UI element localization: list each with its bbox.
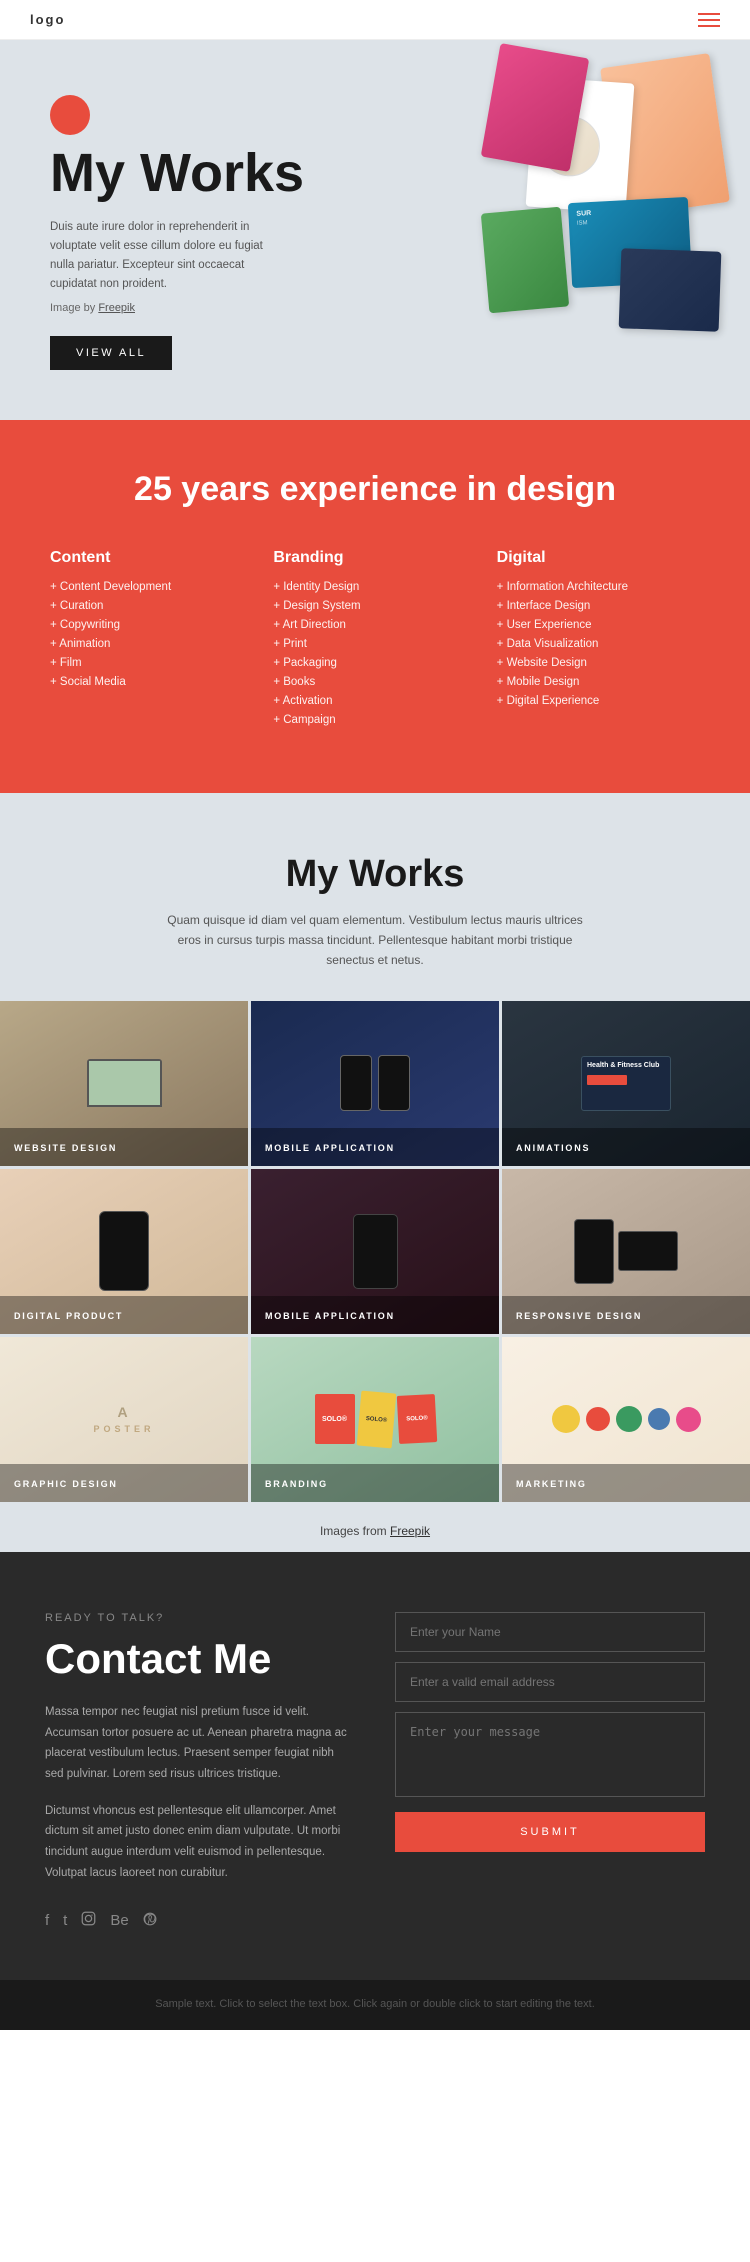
contact-left: READY TO TALK? Contact Me Massa tempor n… (45, 1612, 355, 1931)
contact-email-input[interactable] (395, 1662, 705, 1702)
portfolio-label: MOBILE APPLICATION (265, 1143, 395, 1153)
portfolio-overlay: WEBSITE DESIGN (0, 1128, 248, 1166)
contact-section: READY TO TALK? Contact Me Massa tempor n… (0, 1552, 750, 1981)
view-all-button[interactable]: VIEW ALL (50, 336, 172, 370)
portfolio-item[interactable]: RESPONSIVE DESIGN (502, 1169, 750, 1334)
works-description: Quam quisque id diam vel quam elementum.… (155, 910, 595, 971)
service-item: + Information Architecture (497, 581, 700, 593)
footer-note: Sample text. Click to select the text bo… (155, 1998, 595, 2010)
portfolio-item[interactable]: Health & Fitness Club ANIMATIONS (502, 1001, 750, 1166)
portfolio-item[interactable]: DIGITAL PRODUCT (0, 1169, 248, 1334)
service-item: + Art Direction (273, 619, 476, 631)
contact-ready-label: READY TO TALK? (45, 1612, 355, 1624)
portfolio-item[interactable]: A POSTER GRAPHIC DESIGN (0, 1337, 248, 1502)
service-col-title-1: Branding (273, 549, 476, 567)
portfolio-label: MARKETING (516, 1479, 587, 1489)
service-item: + Packaging (273, 657, 476, 669)
portfolio-label: BRANDING (265, 1479, 328, 1489)
hero-title: My Works (50, 145, 310, 202)
portfolio-grid: WEBSITE DESIGN MOBILE APPLICATION Health… (0, 1001, 750, 1502)
portfolio-overlay: BRANDING (251, 1464, 499, 1502)
service-col-title-2: Digital (497, 549, 700, 567)
service-item: + Animation (50, 638, 253, 650)
footer: Sample text. Click to select the text bo… (0, 1980, 750, 2030)
hamburger-menu[interactable] (698, 13, 720, 27)
experience-section: 25 years experience in design Content + … (0, 420, 750, 793)
freepik-link[interactable]: Freepik (98, 302, 135, 314)
contact-title: Contact Me (45, 1636, 355, 1682)
portfolio-overlay: MOBILE APPLICATION (251, 1128, 499, 1166)
contact-description-1: Massa tempor nec feugiat nisl pretium fu… (45, 1702, 355, 1785)
social-behance[interactable]: Be (110, 1912, 128, 1929)
social-facebook[interactable]: f (45, 1912, 49, 1929)
navbar: logo (0, 0, 750, 40)
hamburger-line-1 (698, 13, 720, 15)
logo: logo (30, 12, 65, 27)
portfolio-item[interactable]: MOBILE APPLICATION (251, 1001, 499, 1166)
portfolio-label: MOBILE APPLICATION (265, 1311, 395, 1321)
social-twitter[interactable]: t (63, 1912, 67, 1929)
service-item: + Mobile Design (497, 676, 700, 688)
service-item: + Design System (273, 600, 476, 612)
hamburger-line-2 (698, 19, 720, 21)
works-section: My Works Quam quisque id diam vel quam e… (0, 793, 750, 1552)
portfolio-overlay: GRAPHIC DESIGN (0, 1464, 248, 1502)
contact-message-input[interactable] (395, 1712, 705, 1797)
hero-image-stack: KARINADRYSON SUR ISM (440, 50, 740, 360)
service-col-title-0: Content (50, 549, 253, 567)
service-item: + Print (273, 638, 476, 650)
portfolio-item[interactable]: MARKETING (502, 1337, 750, 1502)
portfolio-overlay: ANIMATIONS (502, 1128, 750, 1166)
experience-headline: 25 years experience in design (50, 470, 700, 509)
portfolio-item[interactable]: WEBSITE DESIGN (0, 1001, 248, 1166)
service-item: + Data Visualization (497, 638, 700, 650)
service-item: + Interface Design (497, 600, 700, 612)
service-item: + User Experience (497, 619, 700, 631)
service-item: + Activation (273, 695, 476, 707)
images-credit: Images from Freepik (30, 1502, 720, 1552)
service-column-branding: Branding + Identity Design + Design Syst… (273, 549, 476, 733)
portfolio-label: DIGITAL PRODUCT (14, 1311, 123, 1321)
portfolio-label: ANIMATIONS (516, 1143, 590, 1153)
service-item: + Content Development (50, 581, 253, 593)
portfolio-label: RESPONSIVE DESIGN (516, 1311, 642, 1321)
service-item: + Digital Experience (497, 695, 700, 707)
social-row: f t Be (45, 1911, 355, 1930)
submit-button[interactable]: SUBMIT (395, 1812, 705, 1852)
contact-name-input[interactable] (395, 1612, 705, 1652)
service-column-content: Content + Content Development + Curation… (50, 549, 253, 733)
portfolio-overlay: RESPONSIVE DESIGN (502, 1296, 750, 1334)
service-item: + Campaign (273, 714, 476, 726)
hamburger-line-3 (698, 25, 720, 27)
service-item: + Social Media (50, 676, 253, 688)
portfolio-label: WEBSITE DESIGN (14, 1143, 117, 1153)
portfolio-overlay: MOBILE APPLICATION (251, 1296, 499, 1334)
hero-dot (50, 95, 90, 135)
works-title: My Works (30, 853, 720, 896)
service-item: + Identity Design (273, 581, 476, 593)
services-grid: Content + Content Development + Curation… (50, 549, 700, 733)
portfolio-item[interactable]: MOBILE APPLICATION (251, 1169, 499, 1334)
social-pinterest[interactable] (143, 1912, 157, 1930)
hero-description: Duis aute irure dolor in reprehenderit i… (50, 218, 265, 294)
freepik-link-2[interactable]: Freepik (390, 1524, 430, 1538)
portfolio-item[interactable]: SOLO® SOLO® SOLO® BRANDING (251, 1337, 499, 1502)
service-item: + Copywriting (50, 619, 253, 631)
service-item: + Film (50, 657, 253, 669)
portfolio-label: GRAPHIC DESIGN (14, 1479, 118, 1489)
social-instagram[interactable] (81, 1911, 96, 1930)
portfolio-overlay: MARKETING (502, 1464, 750, 1502)
service-column-digital: Digital + Information Architecture + Int… (497, 549, 700, 733)
service-item: + Website Design (497, 657, 700, 669)
contact-grid: READY TO TALK? Contact Me Massa tempor n… (45, 1612, 705, 1931)
service-item: + Curation (50, 600, 253, 612)
service-item: + Books (273, 676, 476, 688)
hero-section: My Works Duis aute irure dolor in repreh… (0, 40, 750, 420)
contact-description-2: Dictumst vhoncus est pellentesque elit u… (45, 1801, 355, 1884)
contact-right: SUBMIT (395, 1612, 705, 1931)
portfolio-overlay: DIGITAL PRODUCT (0, 1296, 248, 1334)
